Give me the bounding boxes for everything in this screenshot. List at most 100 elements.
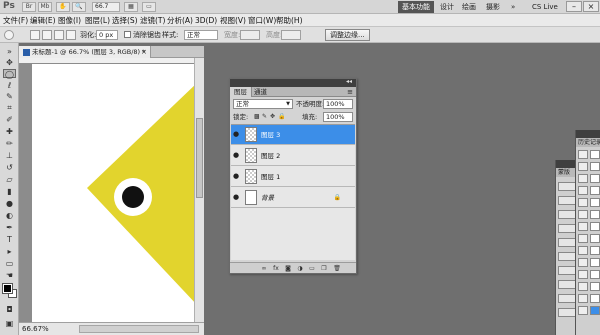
blur-tool-icon[interactable]: ● [3, 199, 16, 208]
shape-tool-icon[interactable]: ▭ [3, 259, 16, 268]
layer-row-3[interactable]: ● 图层 3 [231, 125, 355, 145]
canvas-area[interactable] [19, 58, 204, 322]
lock-all-icon[interactable]: 🔒 [278, 114, 285, 120]
lock-pixels-icon[interactable]: ✎ [262, 114, 268, 120]
panel-row[interactable] [558, 238, 576, 247]
history-brush-tool-icon[interactable]: ↺ [3, 163, 16, 172]
foreground-color-swatch[interactable] [2, 283, 13, 294]
eraser-tool-icon[interactable]: ▱ [3, 175, 16, 184]
panel-row[interactable] [558, 266, 576, 275]
new-group-icon[interactable]: ▭ [308, 265, 316, 272]
visibility-eye-icon[interactable]: ● [233, 131, 241, 138]
document-vertical-scrollbar[interactable] [194, 58, 204, 322]
panel-row[interactable] [558, 210, 576, 219]
adjustment-layer-icon[interactable]: ◑ [296, 265, 304, 272]
history-row[interactable] [578, 150, 588, 159]
style-select[interactable]: 正常 [184, 30, 218, 40]
panel-row[interactable] [558, 294, 576, 303]
type-tool-icon[interactable]: T [3, 235, 16, 244]
history-row[interactable] [578, 282, 588, 291]
history-row[interactable] [578, 162, 588, 171]
workspace-painting[interactable]: 绘画 [462, 1, 476, 13]
history-row[interactable] [578, 222, 588, 231]
scrollbar-thumb[interactable] [196, 118, 203, 198]
menu-3d[interactable]: 3D(D) [195, 14, 217, 27]
panel-row[interactable] [558, 224, 576, 233]
cs-live-button[interactable]: CS Live [532, 1, 558, 13]
layer-row-2[interactable]: ● 图层 2 [231, 146, 355, 166]
document-horizontal-scrollbar[interactable] [79, 325, 199, 333]
workspace-essentials[interactable]: 基本功能 [398, 1, 434, 13]
subtract-selection-icon[interactable] [54, 30, 64, 40]
tab-channels[interactable]: 通道 [250, 87, 271, 97]
minibridge-button[interactable]: Mb [38, 2, 52, 12]
opacity-input[interactable]: 100% [323, 99, 353, 109]
feather-input[interactable]: 0 px [96, 30, 118, 40]
layer-row-background[interactable]: ● 背景 🔒 [231, 188, 355, 208]
visibility-eye-icon[interactable]: ● [233, 152, 241, 159]
quick-selection-tool-icon[interactable]: ✎ [3, 92, 16, 101]
hand-tool-icon[interactable]: ☚ [3, 271, 16, 280]
menu-help[interactable]: 帮助(H) [276, 14, 303, 27]
history-row[interactable] [578, 186, 588, 195]
path-selection-tool-icon[interactable]: ▸ [3, 247, 16, 256]
panel-row[interactable] [558, 280, 576, 289]
move-tool-icon[interactable]: ✥ [3, 58, 16, 67]
arrange-documents-icon[interactable]: ▦ [124, 2, 138, 12]
brush-tool-icon[interactable]: ✏ [3, 139, 16, 148]
zoom-level-select[interactable]: 66.7 [92, 2, 120, 12]
history-row[interactable] [578, 270, 588, 279]
history-row[interactable] [578, 258, 588, 267]
eyedropper-tool-icon[interactable]: ✐ [3, 115, 16, 124]
lock-position-icon[interactable]: ✥ [270, 114, 276, 120]
antialias-checkbox[interactable] [124, 31, 131, 38]
panel-row[interactable] [558, 182, 576, 191]
close-button[interactable]: × [583, 1, 599, 12]
menu-view[interactable]: 视图(V) [220, 14, 246, 27]
add-to-selection-icon[interactable] [42, 30, 52, 40]
width-input[interactable] [240, 30, 260, 40]
collapse-tools-icon[interactable]: » [3, 47, 16, 56]
menu-edit[interactable]: 编辑(E) [30, 14, 56, 27]
quick-mask-icon[interactable]: ◘ [3, 305, 16, 314]
history-row[interactable] [578, 306, 588, 315]
bridge-button[interactable]: Br [22, 2, 36, 12]
link-layers-icon[interactable]: ∞ [260, 265, 268, 272]
tab-history[interactable]: 历史记录 [576, 138, 600, 147]
close-document-icon[interactable]: × [141, 46, 147, 58]
canvas[interactable] [32, 64, 198, 322]
history-row[interactable] [578, 210, 588, 219]
healing-brush-tool-icon[interactable]: ✚ [3, 127, 16, 136]
menu-analysis[interactable]: 分析(A) [167, 14, 193, 27]
new-selection-icon[interactable] [30, 30, 40, 40]
lock-transparency-icon[interactable]: ▩ [254, 114, 260, 120]
clone-stamp-tool-icon[interactable]: ⊥ [3, 151, 16, 160]
layer-row-1[interactable]: ● 图层 1 [231, 167, 355, 187]
more-workspaces[interactable]: » [511, 1, 515, 13]
pen-tool-icon[interactable]: ✒ [3, 223, 16, 232]
fill-input[interactable]: 100% [323, 112, 353, 122]
height-input[interactable] [281, 30, 301, 40]
menu-layer[interactable]: 图层(L) [85, 14, 110, 27]
dodge-tool-icon[interactable]: ◐ [3, 211, 16, 220]
hand-icon[interactable]: ✋ [56, 2, 70, 12]
screen-mode-tool-icon[interactable]: ▣ [3, 319, 16, 328]
zoom-icon[interactable]: 🔍 [72, 2, 86, 12]
panel-menu-icon[interactable]: ≡ [347, 87, 353, 97]
layer-style-icon[interactable]: fx [272, 265, 280, 272]
zoom-readout[interactable]: 66.67% [22, 325, 49, 333]
menu-filter[interactable]: 滤镜(T) [140, 14, 165, 27]
menu-file[interactable]: 文件(F) [3, 14, 28, 27]
panel-row[interactable] [558, 308, 576, 317]
blend-mode-select[interactable]: 正常 ▼ [233, 99, 293, 109]
crop-tool-icon[interactable]: ⌗ [3, 103, 16, 112]
tab-layers[interactable]: 图层 [230, 87, 252, 97]
add-mask-icon[interactable]: ◙ [284, 265, 292, 272]
menu-select[interactable]: 选择(S) [112, 14, 138, 27]
history-row[interactable] [578, 234, 588, 243]
document-tab[interactable]: 未标题-1 @ 66.7% (图层 3, RGB/8) * × [19, 46, 151, 58]
intersect-selection-icon[interactable] [66, 30, 76, 40]
menu-window[interactable]: 窗口(W) [248, 14, 276, 27]
new-layer-icon[interactable]: ❐ [320, 265, 328, 272]
workspace-design[interactable]: 设计 [440, 1, 454, 13]
